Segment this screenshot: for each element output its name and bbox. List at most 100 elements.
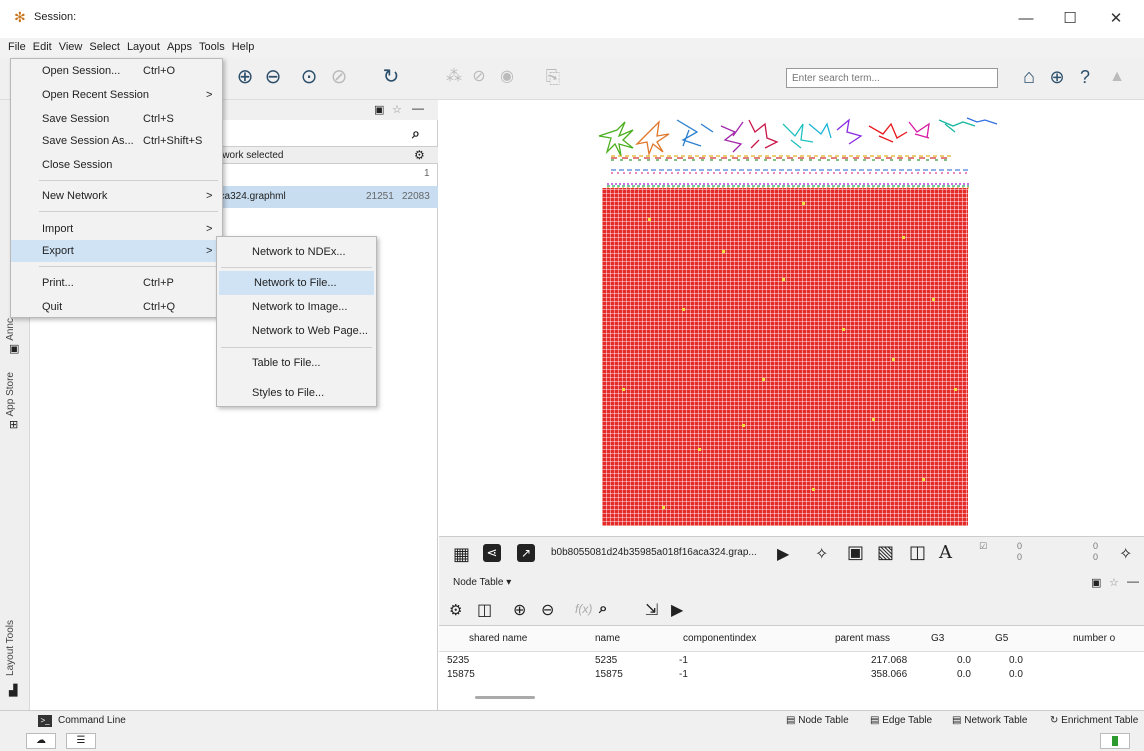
annotation-tab[interactable]: Annc	[5, 318, 16, 341]
delete-column-icon[interactable]: ⊖	[541, 600, 554, 620]
tab-network-table[interactable]: ▤ Network Table	[952, 715, 1027, 726]
network-view-bar: ▦ ⋖ ↗ b0b8055081d24b35985a018f16aca324.g…	[439, 536, 1144, 572]
menu-item-new-network[interactable]: New Network >	[11, 185, 222, 207]
float-icon[interactable]: ▣	[374, 103, 384, 116]
function-builder-icon[interactable]: f(x)	[575, 602, 592, 616]
network-search-icon[interactable]: ⌕	[412, 125, 420, 142]
zoom-in-icon[interactable]: ⊕	[232, 64, 258, 90]
menu-bar: File Edit View Select Layout Apps Tools Help	[0, 38, 1144, 58]
menu-item-styles-to-file[interactable]: Styles to File...	[217, 381, 376, 405]
selected-nodes-icon: ☑	[979, 541, 988, 551]
table-search-icon[interactable]: ⌕	[599, 600, 607, 617]
zoom-fit-icon[interactable]: ⊙	[296, 64, 322, 90]
tab-edge-table[interactable]: ▤ Edge Table	[870, 715, 932, 726]
close-button[interactable]: ✕	[1094, 6, 1138, 32]
home-icon[interactable]: ⌂	[1016, 64, 1042, 90]
table-row[interactable]: 5235 5235 -1 217.068 0.0 0.0	[439, 654, 1144, 668]
zoom-selected-icon[interactable]: ⊘	[326, 64, 352, 90]
menu-view[interactable]: View	[52, 38, 83, 53]
app-store-icon: ⊞	[9, 419, 19, 431]
col-shared-name[interactable]: shared name	[469, 633, 527, 644]
minimize-panel-icon[interactable]: —	[412, 101, 424, 115]
node-table-dropdown[interactable]: Node Table ▾	[453, 577, 511, 588]
table-settings-icon[interactable]: ⚙	[449, 601, 462, 619]
column-visibility-icon[interactable]: ◫	[477, 600, 492, 620]
menu-item-network-to-ndex[interactable]: Network to NDEx...	[217, 240, 376, 264]
refresh-icon[interactable]: ↻	[378, 64, 404, 90]
menu-edit[interactable]: Edit	[26, 38, 52, 53]
first-neighbors-icon[interactable]: ⁂	[440, 64, 468, 90]
window-title: Session:	[34, 11, 77, 23]
menu-item-open-recent[interactable]: Open Recent Session >	[11, 84, 222, 106]
maximize-button[interactable]: ☐	[1048, 6, 1092, 32]
edge-count: 22083	[402, 191, 430, 202]
pin-icon[interactable]: ☆	[392, 103, 402, 116]
export-table-icon[interactable]: ▶	[671, 600, 683, 620]
layout-tools-tab[interactable]: Layout Tools	[5, 620, 16, 676]
menu-item-export[interactable]: Export >	[11, 240, 222, 262]
menu-item-save-session[interactable]: Save Session Ctrl+S	[11, 108, 222, 130]
show-icon[interactable]: ◉	[494, 64, 520, 90]
text-annotation-icon[interactable]: A	[939, 542, 952, 563]
navigate-icon[interactable]: ✧	[815, 544, 828, 564]
menu-select[interactable]: Select	[82, 38, 120, 53]
menu-apps[interactable]: Apps	[160, 38, 192, 53]
export-submenu: Network to NDEx... Network to File... Ne…	[216, 236, 377, 407]
export-view-icon[interactable]: ▶	[777, 544, 789, 564]
col-number[interactable]: number o	[1073, 633, 1115, 644]
horizontal-scrollbar[interactable]	[475, 696, 535, 699]
menu-layout[interactable]: Layout	[120, 38, 160, 53]
birdseye-icon[interactable]: ✧	[1119, 544, 1132, 564]
app-store-tab[interactable]: App Store	[5, 372, 16, 416]
col-parent-mass[interactable]: parent mass	[835, 633, 890, 644]
menu-item-open-session[interactable]: Open Session... Ctrl+O	[11, 60, 222, 82]
tab-node-table[interactable]: ▤ Node Table	[786, 715, 849, 726]
menu-item-close-session[interactable]: Close Session	[11, 154, 222, 176]
memory-status-icon[interactable]	[1100, 733, 1130, 749]
table-toolbar: ⚙ ◫ ⊕ ⊖ f(x) ⌕ ⇲ ▶	[439, 594, 1144, 626]
select-edges-icon[interactable]: ▧	[877, 542, 894, 563]
minimize-table-icon[interactable]: —	[1127, 574, 1139, 588]
menu-item-network-to-web-page[interactable]: Network to Web Page...	[217, 319, 376, 343]
menu-item-table-to-file[interactable]: Table to File...	[217, 351, 376, 375]
pin-table-icon[interactable]: ☆	[1109, 576, 1119, 589]
command-line-button[interactable]: Command Line	[58, 715, 126, 726]
notification-bell-icon[interactable]: ▲	[1104, 64, 1130, 90]
col-componentindex[interactable]: componentindex	[683, 633, 756, 644]
menu-tools[interactable]: Tools	[192, 38, 225, 53]
cloud-icon[interactable]: ☁	[26, 733, 56, 749]
tasks-list-icon[interactable]: ☰	[66, 733, 96, 749]
share-icon[interactable]: ⋖	[483, 544, 501, 562]
settings-gear-icon[interactable]: ⚙	[414, 148, 425, 162]
detach-icon[interactable]: ↗	[517, 544, 535, 562]
float-table-icon[interactable]: ▣	[1091, 576, 1101, 589]
menu-help[interactable]: Help	[225, 38, 255, 53]
col-g5[interactable]: G5	[995, 633, 1008, 644]
col-name[interactable]: name	[595, 633, 620, 644]
menu-item-quit[interactable]: Quit Ctrl+Q	[11, 296, 222, 318]
menu-item-network-to-image[interactable]: Network to Image...	[217, 295, 376, 319]
hide-icon[interactable]: ⊘	[466, 64, 492, 90]
menu-item-import[interactable]: Import >	[11, 218, 222, 240]
select-nodes-icon[interactable]: ▣	[847, 542, 864, 563]
annotation-select-icon[interactable]: ◫	[909, 542, 926, 563]
menu-file[interactable]: File	[0, 38, 26, 53]
search-input[interactable]	[786, 68, 998, 88]
menu-item-print[interactable]: Print... Ctrl+P	[11, 272, 222, 294]
new-network-icon[interactable]: ⎘	[540, 64, 566, 90]
zoom-out-icon[interactable]: ⊖	[260, 64, 286, 90]
title-bar: ✻ Session: — ☐ ✕	[0, 0, 1144, 38]
minimize-button[interactable]: —	[1004, 6, 1048, 32]
cytoscape-logo-icon: ✻	[14, 9, 26, 25]
new-column-icon[interactable]: ⊕	[513, 600, 526, 620]
file-menu: Open Session... Ctrl+O Open Recent Sessio…	[10, 58, 223, 318]
menu-item-save-session-as[interactable]: Save Session As... Ctrl+Shift+S	[11, 130, 222, 152]
globe-icon[interactable]: ⊕	[1044, 64, 1070, 90]
col-g3[interactable]: G3	[931, 633, 944, 644]
help-icon[interactable]: ?	[1072, 64, 1098, 90]
grid-view-icon[interactable]: ▦	[453, 544, 470, 565]
tab-enrichment-table[interactable]: ↻ Enrichment Table	[1050, 715, 1138, 726]
menu-item-network-to-file[interactable]: Network to File...	[219, 271, 374, 295]
import-table-icon[interactable]: ⇲	[645, 600, 658, 620]
table-row[interactable]: 15875 15875 -1 358.066 0.0 0.0	[439, 668, 1144, 682]
